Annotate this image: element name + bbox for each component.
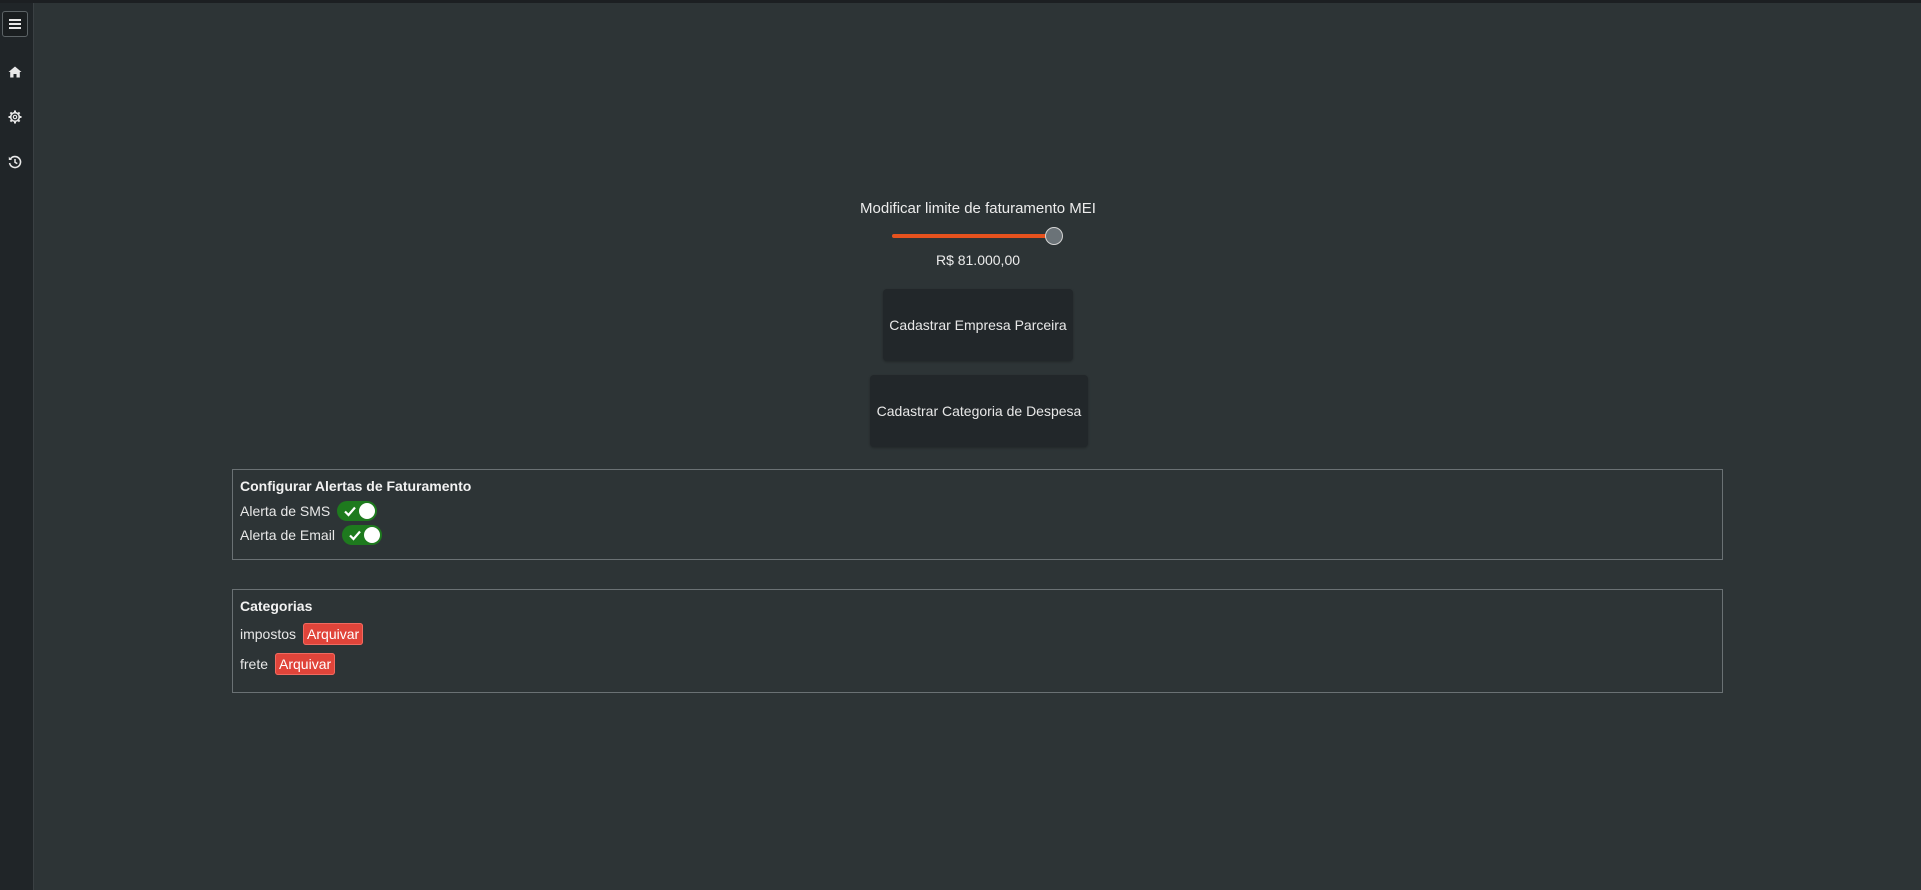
gear-icon — [8, 110, 22, 124]
limit-value: R$ 81.000,00 — [935, 252, 1021, 268]
toggle-knob — [363, 527, 380, 543]
category-row: impostos Arquivar — [240, 619, 1715, 649]
home-button[interactable] — [0, 57, 30, 87]
alert-row-sms: Alerta de SMS — [240, 499, 1715, 523]
alert-row-email: Alerta de Email — [240, 523, 1715, 547]
settings-button[interactable] — [0, 102, 30, 132]
archive-button[interactable]: Arquivar — [303, 623, 364, 645]
billing-alerts-title: Configurar Alertas de Faturamento — [240, 478, 472, 494]
menu-button[interactable] — [2, 11, 28, 37]
email-alert-toggle[interactable] — [341, 525, 382, 545]
alert-label: Alerta de Email — [240, 527, 335, 543]
history-button[interactable] — [0, 147, 30, 177]
sms-alert-toggle[interactable] — [337, 501, 378, 521]
limit-slider[interactable] — [892, 227, 1064, 245]
toggle-knob — [359, 503, 376, 519]
categories-panel: Categorias impostos Arquivar frete Arqui… — [232, 589, 1723, 693]
register-partner-company-button[interactable]: Cadastrar Empresa Parceira — [883, 289, 1073, 361]
slider-thumb[interactable] — [1045, 227, 1063, 245]
history-icon — [8, 155, 22, 169]
check-icon — [344, 506, 357, 517]
alert-label: Alerta de SMS — [240, 503, 331, 519]
category-row: frete Arquivar — [240, 649, 1715, 679]
category-name: impostos — [240, 626, 297, 642]
limit-label: Modificar limite de faturamento MEI — [860, 200, 1096, 217]
main-content: Modificar limite de faturamento MEI R$ 8… — [35, 3, 1921, 890]
slider-track — [892, 234, 1054, 238]
menu-icon — [8, 18, 22, 30]
billing-alerts-panel: Configurar Alertas de Faturamento Alerta… — [232, 469, 1723, 560]
category-name: frete — [240, 656, 269, 672]
check-icon — [349, 530, 361, 541]
register-expense-category-button[interactable]: Cadastrar Categoria de Despesa — [870, 375, 1088, 447]
home-icon — [8, 66, 22, 78]
sidebar — [0, 3, 34, 890]
categories-title: Categorias — [240, 598, 313, 614]
archive-button[interactable]: Arquivar — [275, 653, 336, 675]
